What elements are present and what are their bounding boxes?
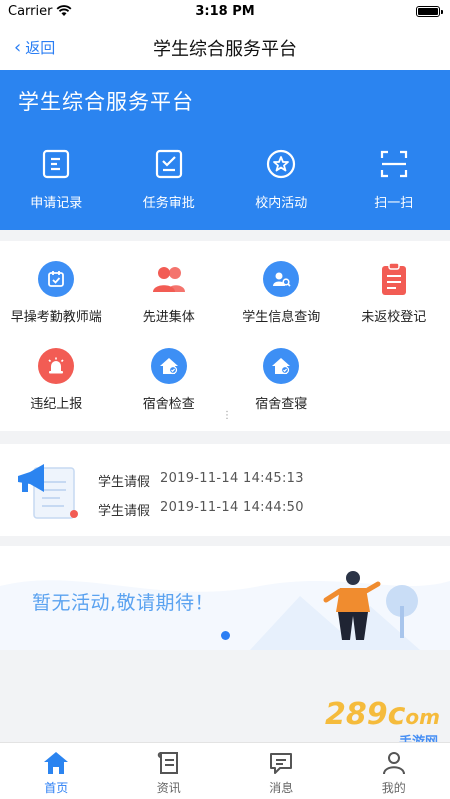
tab-news[interactable]: 资讯 [113, 743, 226, 799]
profile-icon [382, 752, 405, 775]
quick-action-label: 申请记录 [30, 196, 83, 211]
quick-action-campus-activity[interactable]: 校内活动 [225, 146, 338, 211]
watermark-logo: 289com 手游网 [325, 697, 440, 750]
alarm-icon [38, 348, 75, 384]
clipboard-icon [376, 261, 412, 297]
scan-icon [380, 150, 407, 178]
message-icon [270, 753, 293, 774]
grid-item-label: 学生信息查询 [242, 310, 321, 325]
tab-label: 首页 [44, 781, 69, 795]
group-icon [151, 261, 187, 297]
tab-messages[interactable]: 消息 [225, 743, 338, 799]
tab-label: 消息 [269, 781, 294, 795]
tab-home[interactable]: 首页 [0, 743, 113, 799]
notice-type: 学生请假 [98, 504, 151, 519]
battery-icon [416, 6, 443, 17]
notice-type: 学生请假 [98, 475, 151, 490]
tab-profile[interactable]: 我的 [338, 743, 450, 799]
page-title: 学生综合服务平台 [153, 39, 297, 60]
user-search-icon [263, 261, 300, 297]
grid-item-label: 早操考勤教师端 [10, 310, 102, 325]
function-grid: 早操考勤教师端 先进集体 学生信息查询 未返校登记 违纪上报 宿舍检查 宿舍查寝… [0, 241, 450, 431]
quick-action-label: 校内活动 [255, 196, 308, 211]
grid-item-not-returned-registration[interactable]: 未返校登记 [338, 261, 450, 325]
notice-time: 2019-11-14 14:44:50 [160, 500, 304, 515]
grid-item-label: 宿舍查寝 [255, 397, 308, 412]
no-activity-message: 暂无活动,敬请期待！ [32, 592, 215, 614]
grid-item-label: 先进集体 [142, 310, 195, 325]
calendar-check-icon [38, 261, 75, 297]
grid-item-dorm-bed-check[interactable]: 宿舍查寝 [225, 348, 338, 412]
quick-actions: 申请记录 任务审批 校内活动 扫一扫 [0, 146, 450, 211]
home-verify-icon [263, 348, 300, 384]
home-check-icon [150, 348, 187, 384]
tab-label: 我的 [381, 781, 406, 795]
grid-row-1: 早操考勤教师端 先进集体 学生信息查询 未返校登记 [0, 261, 450, 325]
quick-action-label: 任务审批 [142, 196, 195, 211]
notice-item[interactable]: 学生请假 2019-11-14 14:44:50 [98, 500, 304, 519]
notice-item[interactable]: 学生请假 2019-11-14 14:45:13 [98, 471, 304, 490]
application-record-icon [43, 149, 70, 179]
grid-item-advanced-collective[interactable]: 先进集体 [113, 261, 226, 325]
status-time: 3:18 PM [195, 4, 255, 19]
tab-label: 资讯 [156, 781, 181, 795]
grid-item-morning-attendance[interactable]: 早操考勤教师端 [0, 261, 113, 325]
status-bar: Carrier 3:18 PM [0, 0, 450, 24]
platform-title: 学生综合服务平台 [18, 90, 194, 114]
quick-action-scan[interactable]: 扫一扫 [338, 146, 450, 211]
quick-action-application-record[interactable]: 申请记录 [0, 146, 113, 211]
grid-item-label: 宿舍检查 [142, 397, 195, 412]
home-icon [44, 752, 69, 774]
bottom-tab-bar: 首页 资讯 消息 我的 [0, 742, 450, 799]
activity-banner[interactable]: 暂无活动,敬请期待！ [0, 546, 450, 650]
task-approval-icon [155, 149, 182, 179]
notice-card[interactable]: 学生请假 2019-11-14 14:45:13 学生请假 2019-11-14… [0, 444, 450, 536]
platform-header: 学生综合服务平台 申请记录 任务审批 校内活动 扫一扫 [0, 70, 450, 230]
navigation-bar: ‹ 返回 学生综合服务平台 [0, 24, 450, 70]
grid-item-dorm-inspection[interactable]: 宿舍检查 [113, 348, 226, 412]
grid-item-label: 未返校登记 [361, 310, 427, 325]
grid-row-2: 违纪上报 宿舍检查 宿舍查寝 [0, 348, 450, 412]
grid-item-label: 违纪上报 [30, 397, 83, 412]
notice-time: 2019-11-14 14:45:13 [160, 471, 304, 486]
grid-item-student-info-query[interactable]: 学生信息查询 [225, 261, 338, 325]
quick-action-task-approval[interactable]: 任务审批 [113, 146, 226, 211]
grid-item-discipline-report[interactable]: 违纪上报 [0, 348, 113, 412]
page-indicator-dots: ⋮ [222, 410, 232, 421]
campus-activity-icon [267, 149, 296, 179]
quick-action-label: 扫一扫 [374, 196, 414, 211]
news-icon [157, 752, 178, 774]
carousel-indicator-dot [221, 631, 230, 640]
megaphone-document-icon [14, 458, 84, 528]
